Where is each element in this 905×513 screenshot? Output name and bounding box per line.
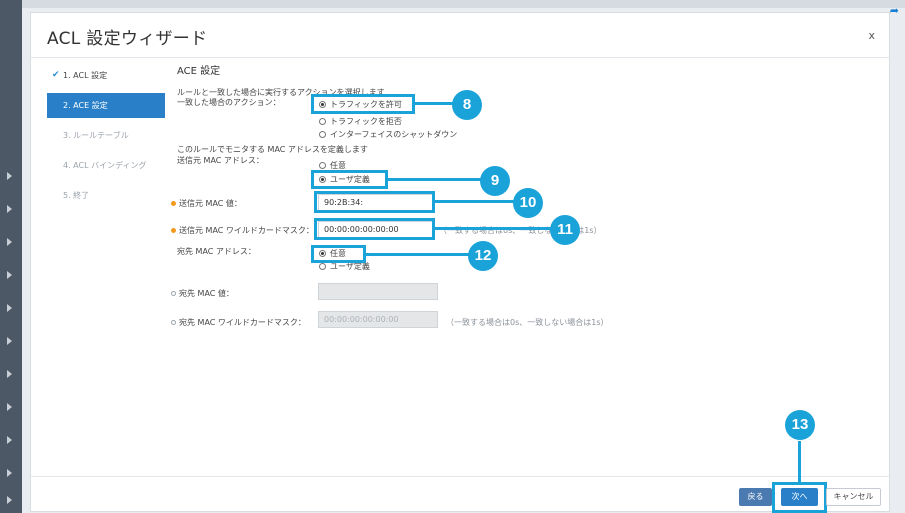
callout-connector <box>365 253 469 256</box>
expand-arrow-icon[interactable] <box>7 436 12 444</box>
callout-highlight <box>314 218 435 240</box>
expand-arrow-icon[interactable] <box>7 172 12 180</box>
callout-12: 12 <box>468 241 498 271</box>
callout-connector <box>798 441 801 483</box>
logout-icon[interactable]: ➦ <box>890 4 899 17</box>
src-mac-label: 送信元 MAC アドレス： <box>177 156 264 165</box>
section-heading: ACE 設定 <box>177 66 221 77</box>
callout-connector <box>434 200 514 203</box>
top-strip <box>22 0 905 8</box>
callout-highlight <box>311 245 366 263</box>
radio-shutdown-interface[interactable]: インターフェイスのシャットダウン <box>319 129 457 140</box>
dst-mask-label: 宛先 MAC ワイルドカードマスク： <box>179 318 306 327</box>
expand-arrow-icon[interactable] <box>7 370 12 378</box>
required-indicator-icon <box>171 201 176 206</box>
callout-13: 13 <box>785 410 815 440</box>
dst-mac-value-label: 宛先 MAC 値： <box>179 289 234 298</box>
wizard-title: ACL 設定ウィザード <box>47 29 208 49</box>
expand-arrow-icon[interactable] <box>7 403 12 411</box>
dst-mac-label: 宛先 MAC アドレス： <box>177 247 256 256</box>
callout-connector <box>434 227 551 230</box>
expand-arrow-icon[interactable] <box>7 469 12 477</box>
dst-mac-value-input[interactable] <box>318 283 438 300</box>
expand-arrow-icon[interactable] <box>7 496 12 504</box>
expand-arrow-icon[interactable] <box>7 238 12 246</box>
dst-mask-hint: （一致する場合は0s、一致しない場合は1s） <box>446 318 609 327</box>
close-button[interactable]: x <box>868 29 875 42</box>
step-acl-binding: 4. ACL バインディング <box>63 161 147 170</box>
callout-11: 11 <box>550 215 580 245</box>
step-rule-table: 3. ルールテーブル <box>63 131 129 140</box>
callout-highlight <box>311 94 415 114</box>
mac-description: このルールでモニタする MAC アドレスを定義します <box>177 145 368 154</box>
callout-highlight <box>314 191 435 213</box>
step-acl-settings[interactable]: ✔ 1. ACL 設定 <box>47 63 165 88</box>
expand-arrow-icon[interactable] <box>7 337 12 345</box>
step-ace-settings[interactable]: 2. ACE 設定 <box>47 93 165 118</box>
radio-deny-traffic[interactable]: トラフィックを拒否 <box>319 116 402 127</box>
callout-connector <box>414 102 454 105</box>
optional-indicator-icon <box>171 320 176 325</box>
left-nav-rail <box>0 0 22 513</box>
callout-10: 10 <box>513 188 543 218</box>
divider <box>31 476 889 477</box>
expand-arrow-icon[interactable] <box>7 271 12 279</box>
callout-8: 8 <box>452 90 482 120</box>
step-finish: 5. 終了 <box>63 191 90 200</box>
wizard-steps: ✔ 1. ACL 設定 2. ACE 設定 3. ルールテーブル 4. ACL バ… <box>47 63 165 213</box>
src-mask-label: 送信元 MAC ワイルドカードマスク： <box>179 226 314 235</box>
checkmark-icon: ✔ <box>52 70 60 80</box>
dst-mask-input[interactable]: 00:00:00:00:00:00 <box>318 311 438 328</box>
src-mac-value-label: 送信元 MAC 値： <box>179 199 242 208</box>
expand-arrow-icon[interactable] <box>7 304 12 312</box>
acl-wizard-dialog: ACL 設定ウィザード x ✔ 1. ACL 設定 2. ACE 設定 3. ルー… <box>30 12 890 513</box>
callout-9: 9 <box>480 166 510 196</box>
required-indicator-icon <box>171 228 176 233</box>
action-label: 一致した場合のアクション： <box>177 98 281 107</box>
expand-arrow-icon[interactable] <box>7 205 12 213</box>
radio-icon <box>319 131 326 138</box>
optional-indicator-icon <box>171 291 176 296</box>
next-button[interactable]: 次へ <box>781 488 818 506</box>
divider <box>31 57 889 58</box>
radio-icon <box>319 162 326 169</box>
callout-highlight <box>311 170 388 189</box>
cancel-button[interactable]: キャンセル <box>826 488 881 506</box>
radio-icon <box>319 118 326 125</box>
radio-icon <box>319 263 326 270</box>
back-button[interactable]: 戻る <box>739 488 772 506</box>
callout-connector <box>387 178 481 181</box>
